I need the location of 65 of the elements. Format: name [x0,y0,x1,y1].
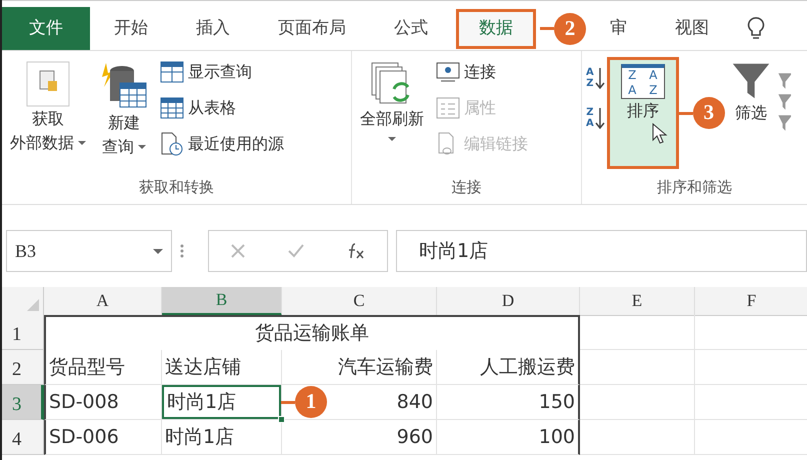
ribbon-large-button[interactable]: 全部刷新 [356,57,428,145]
cell-text: 汽车运输费 [338,354,433,380]
row-header[interactable]: 2 [2,350,44,385]
ribbon-group-label: 连接 [452,176,482,198]
sort-order-button[interactable]: Z A [586,107,605,129]
more-icon [180,243,184,259]
sort-icon: Z A A Z [620,64,665,99]
document-icon [26,61,70,107]
ribbon-large-button[interactable]: 获取 外部数据 [6,57,90,159]
fill-handle[interactable] [278,416,285,423]
sort-order-button[interactable]: A Z [586,67,605,89]
cell-text: 150 [538,390,575,415]
cell-text: SD-008 [49,390,119,415]
ribbon-small-button[interactable]: 显示查询 [160,57,284,87]
cell-text: 100 [538,424,575,450]
merged-title-cell: 货品运输账单 [44,315,580,350]
row-header[interactable]: 1 [2,315,44,350]
cell-text: 货品型号 [49,354,125,380]
cell-text: 840 [396,390,433,415]
connection-icon [436,61,460,83]
column-header[interactable]: D [437,287,580,316]
cell-text: 960 [396,424,433,450]
cell-text: 送达店铺 [165,354,241,380]
ribbon-tab[interactable]: 视图 [655,8,729,48]
ribbon-tab[interactable]: 插入 [176,8,250,48]
ribbon-small-button[interactable]: 最近使用的源 [160,129,284,159]
cancel-icon[interactable] [230,243,246,259]
lightbulb-icon[interactable] [747,16,765,42]
down-arrow-icon [594,67,605,89]
table-icon [160,61,184,83]
file-tab[interactable]: 文件 [2,7,90,50]
function-icon[interactable] [346,242,366,260]
column-header[interactable]: F [695,287,807,316]
ribbon-tab[interactable]: 公式 [374,8,448,48]
properties-icon [436,97,460,119]
ribbon-tab[interactable]: 数据 [456,8,536,48]
ribbon-small-button[interactable]: 从表格 [160,93,284,123]
row-header[interactable]: 4 [2,420,44,455]
column-header[interactable]: C [282,287,437,316]
mouse-pointer-icon [652,123,668,145]
ribbon-tab[interactable]: 页面布局 [258,8,366,48]
dropdown-caret-icon [153,248,163,254]
cell-text: SD-006 [49,424,119,450]
document-clock-icon [160,132,184,156]
row-header[interactable]: 3 [2,385,44,420]
checkmark-icon[interactable] [286,243,305,259]
formula-input[interactable]: 时尚1店 [396,230,807,272]
ribbon-small-button[interactable]: 连接 [436,57,528,87]
table-icon [160,97,184,119]
column-header[interactable]: E [580,287,695,316]
ribbon-group-label: 排序和筛选 [657,176,732,198]
ribbon-large-button[interactable]: Z A A Z 排序 [606,57,679,169]
ribbon-tab[interactable]: 开始 [94,8,168,48]
triangle-icon [27,298,39,310]
cell-text: 时尚1店 [165,424,234,450]
column-header[interactable]: B [162,287,282,316]
filter-icon [730,61,771,101]
cell-text: 时尚1店 [167,390,236,415]
ribbon-group-label: 获取和转换 [139,176,214,198]
ribbon-large-button[interactable]: 新建 查询 [96,57,152,163]
name-box[interactable]: B3 [6,230,172,272]
cell-text: 人工搬运费 [480,354,575,380]
ribbon-tab[interactable]: 审 [590,8,647,48]
ribbon-large-button[interactable]: 筛选 [726,57,775,129]
down-arrow-icon [594,107,605,129]
